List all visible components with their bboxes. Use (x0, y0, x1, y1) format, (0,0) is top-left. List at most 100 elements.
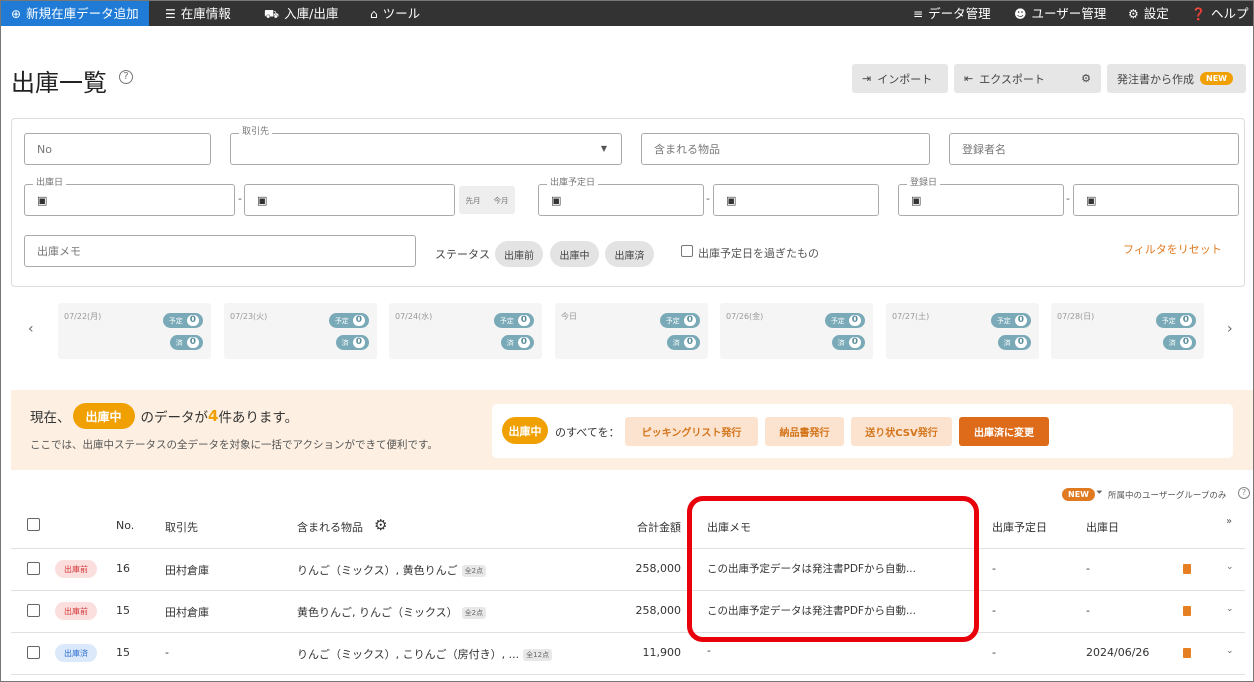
done-count-badge: 済0 (997, 335, 1031, 350)
col-no[interactable]: No. (116, 519, 134, 532)
mark-done-button[interactable]: 出庫済に変更 (959, 417, 1049, 446)
registered-date-from[interactable]: 登録日 ▣ (898, 178, 1064, 216)
ship-date-to[interactable]: ▣ (244, 184, 455, 216)
status-before-chip[interactable]: 出庫前 (495, 241, 543, 267)
calendar-day[interactable]: 07/27(土) 予定 0 済 0 (886, 303, 1039, 359)
status-during-chip[interactable]: 出庫中 (550, 241, 599, 267)
calendar-day[interactable]: 今日 予定 0 済 0 (555, 303, 708, 359)
nav-new-item[interactable]: ⊕ 新規在庫データ追加 (1, 1, 149, 26)
status-done-chip[interactable]: 出庫済 (605, 241, 654, 267)
list-icon: ☰ (165, 6, 176, 21)
users-icon: ☻ (1014, 6, 1027, 21)
overdue-checkbox[interactable] (681, 245, 693, 257)
trash-icon[interactable] (1183, 648, 1191, 658)
row-partner: 田村倉庫 (165, 564, 209, 577)
registered-date-to[interactable]: ▣ (1073, 184, 1239, 216)
nav-settings[interactable]: ⚙ 設定 (1128, 1, 1169, 26)
calendar-icon: ▣ (726, 193, 737, 207)
row-items-text: りんご（ミックス）, 黄色りんご (297, 564, 458, 577)
registered-date-label: 登録日 (907, 178, 941, 189)
shipping-csv-button[interactable]: 送り状CSV発行 (851, 417, 952, 446)
calendar-day[interactable]: 07/22(月) 予定 0 済 0 (58, 303, 211, 359)
expand-all-icon[interactable]: » (1226, 516, 1232, 527)
select-all-checkbox[interactable] (27, 518, 40, 531)
export-button[interactable]: ⇤ エクスポート ⚙ (954, 64, 1101, 93)
help-icon[interactable]: ? (119, 70, 133, 84)
registrant-placeholder: 登録者名 (962, 143, 1006, 156)
banner-suffix: 件あります。 (218, 410, 299, 426)
row-item-count-badge: 全2点 (461, 607, 487, 619)
scheduled-count-badge: 予定 0 (493, 313, 534, 328)
reset-filter-link[interactable]: フィルタをリセット (1123, 241, 1222, 257)
group-filter-toggle[interactable]: 所属中のユーザーグループのみ (1108, 489, 1226, 501)
scheduled-count-badge: 予定 0 (990, 313, 1031, 328)
row-checkbox[interactable] (27, 604, 40, 617)
chevron-down-icon[interactable]: ⌄ (1226, 562, 1234, 572)
delivery-note-button[interactable]: 納品書発行 (765, 417, 844, 446)
no-input[interactable]: No (24, 133, 211, 165)
row-divider (11, 674, 1245, 675)
col-scheduled-date[interactable]: 出庫予定日 (992, 519, 1047, 535)
col-partner[interactable]: 取引先 (165, 519, 198, 535)
row-checkbox[interactable] (27, 646, 40, 659)
nav-help[interactable]: ❓ ヘルプ (1191, 1, 1248, 26)
calendar-day[interactable]: 07/24(水) 予定 0 済 0 (389, 303, 542, 359)
trash-icon[interactable] (1183, 564, 1191, 574)
row-checkbox[interactable] (27, 562, 40, 575)
col-items[interactable]: 含まれる物品 (297, 519, 363, 535)
nav-user-mgmt[interactable]: ☻ ユーザー管理 (1014, 1, 1106, 26)
toolbox-icon: ⌂ (370, 6, 378, 21)
scheduled-date-to[interactable]: ▣ (713, 184, 879, 216)
nav-data-mgmt[interactable]: ≡ データ管理 (913, 1, 991, 26)
row-item-count-badge: 全2点 (461, 565, 487, 577)
last-month-button[interactable]: 先月 (459, 186, 487, 214)
included-items-input[interactable]: 含まれる物品 (641, 133, 930, 165)
calendar-icon: ▣ (37, 193, 48, 207)
next-week-icon[interactable]: › (1227, 321, 1233, 337)
chevron-down-icon[interactable]: ⌄ (1226, 646, 1234, 656)
col-total[interactable]: 合計金額 (637, 519, 681, 535)
calendar-day-label: 07/24(水) (395, 312, 433, 321)
row-divider (11, 632, 1245, 633)
row-items[interactable]: りんご（ミックス）, こりんご（房付き）, ... 全12点 (297, 646, 553, 662)
calendar-day[interactable]: 07/28(日) 予定 0 済 0 (1051, 303, 1204, 359)
row-items[interactable]: 黄色りんご, りんご（ミックス） 全2点 (297, 604, 487, 620)
calendar-day-label: 07/23(火) (230, 312, 268, 321)
this-month-button[interactable]: 今月 (487, 186, 515, 214)
chevron-down-icon[interactable]: ⌄ (1226, 604, 1234, 614)
row-items-text: 黄色りんご, りんご（ミックス） (297, 606, 458, 619)
col-shipped-date[interactable]: 出庫日 (1086, 519, 1119, 535)
calendar-day[interactable]: 07/23(火) 予定 0 済 0 (224, 303, 377, 359)
row-items[interactable]: りんご（ミックス）, 黄色りんご 全2点 (297, 562, 487, 578)
row-status-badge: 出庫済 (55, 644, 97, 662)
picking-list-button[interactable]: ピッキングリスト発行 (625, 417, 758, 446)
trash-icon[interactable] (1183, 606, 1191, 616)
memo-input[interactable]: 出庫メモ (24, 235, 416, 267)
nav-inout[interactable]: ⛟ 入庫/出庫 (264, 1, 338, 26)
ship-date-from[interactable]: 出庫日 ▣ (24, 178, 235, 216)
highlight-box (687, 496, 979, 642)
create-from-po-button[interactable]: 発注書から作成 NEW (1107, 64, 1246, 93)
registrant-input[interactable]: 登録者名 (949, 133, 1239, 165)
export-settings-icon[interactable]: ⚙ (1081, 72, 1091, 85)
scheduled-date-from[interactable]: 出庫予定日 ▣ (538, 178, 704, 216)
prev-week-icon[interactable]: ‹ (28, 321, 34, 337)
date-dash: - (706, 192, 710, 205)
header-divider (11, 548, 1245, 549)
nav-stock-info[interactable]: ☰ 在庫情報 (165, 1, 231, 26)
column-settings-icon[interactable]: ⚙ (374, 516, 387, 534)
ship-date-label: 出庫日 (33, 178, 67, 189)
row-no: 15 (116, 646, 130, 659)
partner-select[interactable]: 取引先 ▼ (230, 127, 622, 165)
row-total: 11,900 (642, 646, 682, 659)
done-count-badge: 済0 (335, 335, 369, 350)
row-partner: 田村倉庫 (165, 606, 209, 619)
nav-tools[interactable]: ⌂ ツール (370, 1, 420, 26)
row-shipped-date: - (1086, 604, 1090, 617)
row-status-badge: 出庫前 (55, 602, 97, 620)
table-new-badge: NEW (1062, 488, 1095, 501)
group-help-icon[interactable]: ? (1238, 487, 1250, 499)
calendar-day[interactable]: 07/26(金) 予定 0 済 0 (720, 303, 873, 359)
done-count-badge: 済0 (666, 335, 700, 350)
import-button[interactable]: ⇥ インポート (852, 64, 948, 93)
